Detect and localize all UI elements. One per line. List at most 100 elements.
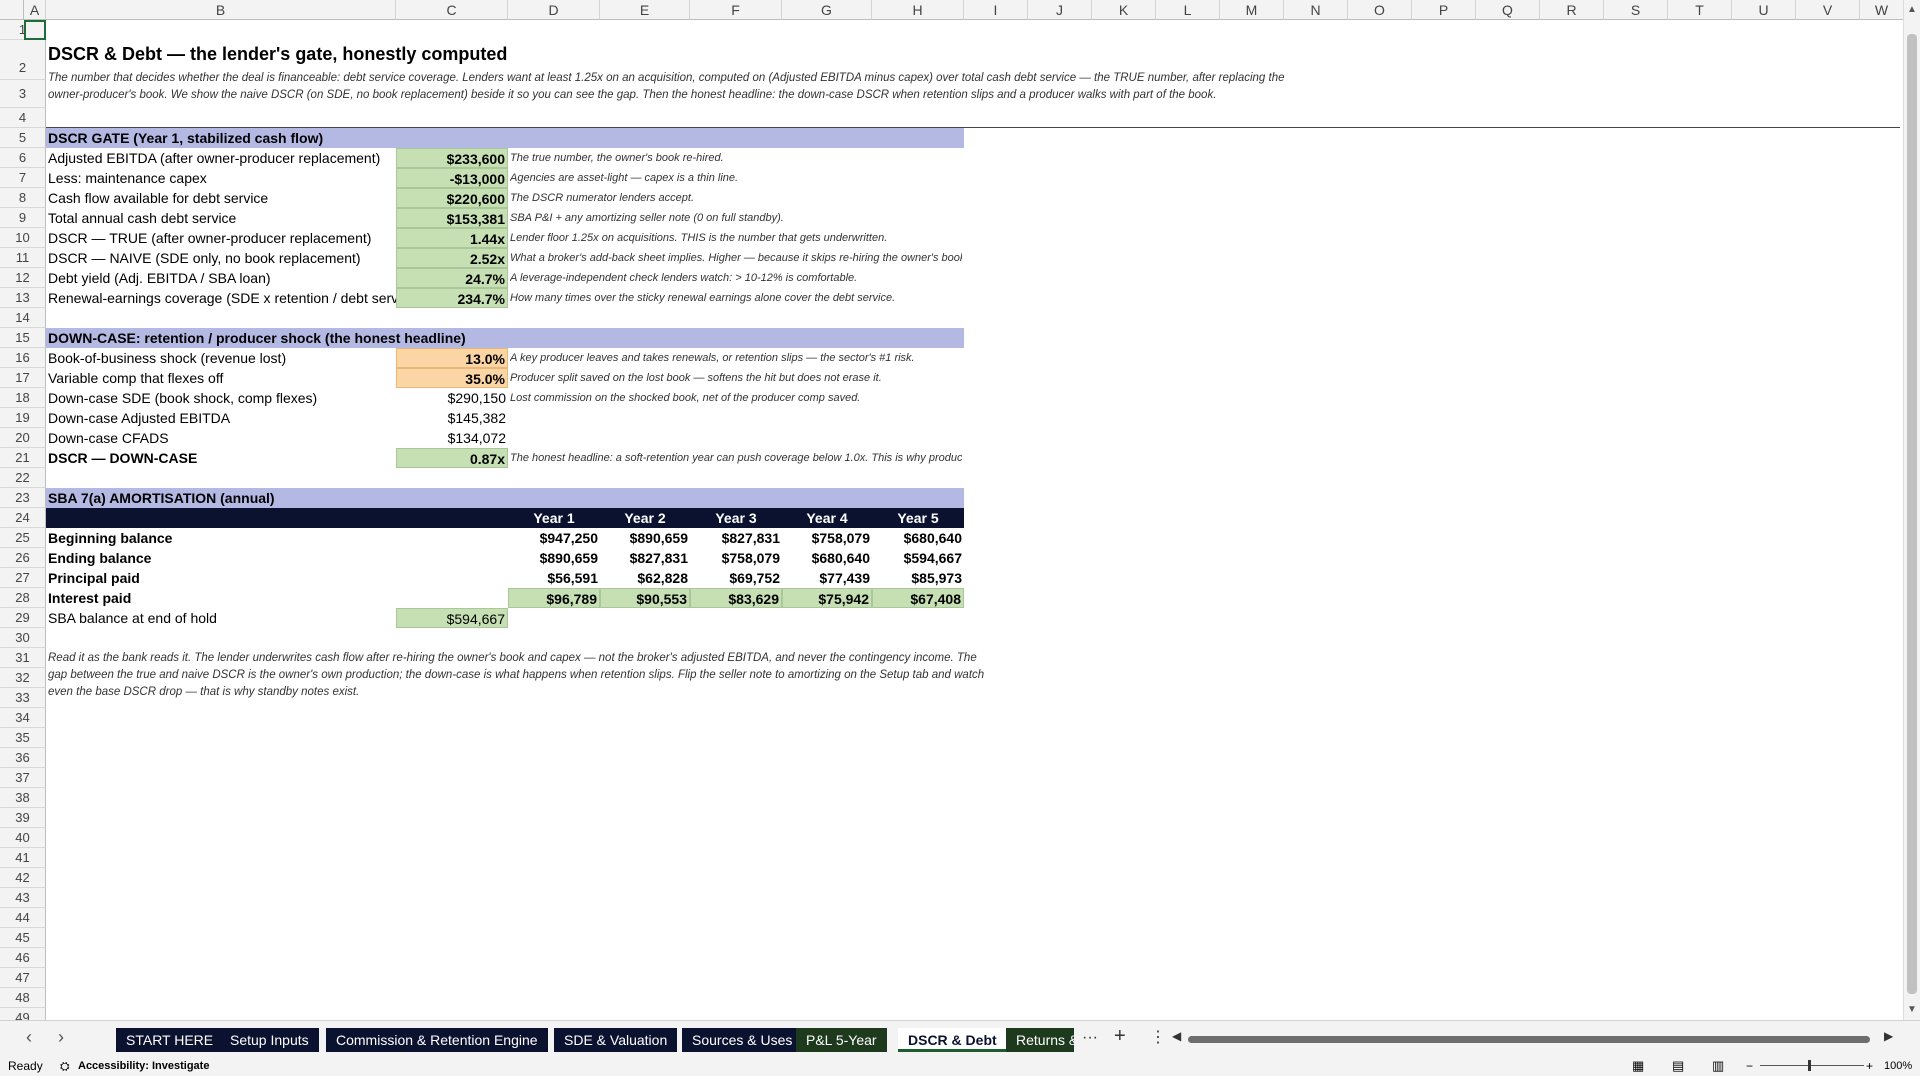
gate-value-3[interactable]: $153,381 bbox=[396, 208, 508, 228]
row-header-20[interactable]: 20 bbox=[0, 428, 46, 448]
amort-cell-3-4[interactable]: $67,408 bbox=[872, 588, 964, 608]
gate-value-4[interactable]: 1.44x bbox=[396, 228, 508, 248]
sheet-tab-7[interactable]: Returns & bbox=[1006, 1028, 1074, 1052]
column-header-m[interactable]: M bbox=[1220, 0, 1284, 20]
row-header-36[interactable]: 36 bbox=[0, 748, 46, 768]
row-header-16[interactable]: 16 bbox=[0, 348, 46, 368]
active-cell-a1[interactable] bbox=[24, 20, 46, 40]
column-header-h[interactable]: H bbox=[872, 0, 964, 20]
sheet-tab-5[interactable]: P&L 5-Year bbox=[796, 1028, 887, 1052]
row-header-3[interactable]: 3 bbox=[0, 80, 46, 108]
row-header-8[interactable]: 8 bbox=[0, 188, 46, 208]
gate-label-6[interactable]: Debt yield (Adj. EBITDA / SBA loan) bbox=[46, 268, 396, 288]
amort-cell-2-4[interactable]: $85,973 bbox=[872, 568, 964, 588]
downcase-label-1[interactable]: Variable comp that flexes off bbox=[46, 368, 396, 388]
row-header-42[interactable]: 42 bbox=[0, 868, 46, 888]
column-header-v[interactable]: V bbox=[1796, 0, 1860, 20]
row-header-23[interactable]: 23 bbox=[0, 488, 46, 508]
vertical-scroll-thumb[interactable] bbox=[1907, 34, 1917, 994]
amort-label-3[interactable]: Interest paid bbox=[46, 588, 396, 608]
row-header-19[interactable]: 19 bbox=[0, 408, 46, 428]
row-header-10[interactable]: 10 bbox=[0, 228, 46, 248]
row-header-25[interactable]: 25 bbox=[0, 528, 46, 548]
row-header-17[interactable]: 17 bbox=[0, 368, 46, 388]
column-header-f[interactable]: F bbox=[690, 0, 782, 20]
amort-cell-2-2[interactable]: $69,752 bbox=[690, 568, 782, 588]
gate-label-4[interactable]: DSCR — TRUE (after owner-producer replac… bbox=[46, 228, 396, 248]
column-header-r[interactable]: R bbox=[1540, 0, 1604, 20]
row-header-48[interactable]: 48 bbox=[0, 988, 46, 1008]
amort-cell-0-1[interactable]: $890,659 bbox=[600, 528, 690, 548]
downcase-label-0[interactable]: Book-of-business shock (revenue lost) bbox=[46, 348, 396, 368]
amort-cell-0-4[interactable]: $680,640 bbox=[872, 528, 964, 548]
amort-cell-2-3[interactable]: $77,439 bbox=[782, 568, 872, 588]
column-header-a[interactable]: A bbox=[24, 0, 46, 20]
column-header-l[interactable]: L bbox=[1156, 0, 1220, 20]
vertical-scrollbar[interactable]: ▲ ▼ bbox=[1903, 0, 1920, 1020]
row-header-35[interactable]: 35 bbox=[0, 728, 46, 748]
row-header-2[interactable]: 2 bbox=[0, 40, 46, 80]
row-header-31[interactable]: 31 bbox=[0, 648, 46, 668]
zoom-slider-thumb[interactable] bbox=[1808, 1060, 1811, 1071]
row-header-11[interactable]: 11 bbox=[0, 248, 46, 268]
column-header-e[interactable]: E bbox=[600, 0, 690, 20]
row-header-27[interactable]: 27 bbox=[0, 568, 46, 588]
gate-label-7[interactable]: Renewal-earnings coverage (SDE x retenti… bbox=[46, 288, 396, 308]
gate-value-5[interactable]: 2.52x bbox=[396, 248, 508, 268]
downcase-value-1[interactable]: 35.0% bbox=[396, 368, 508, 388]
accessibility-icon[interactable]: ⛭ bbox=[60, 1056, 70, 1076]
select-all-corner[interactable] bbox=[0, 0, 24, 20]
row-header-22[interactable]: 22 bbox=[0, 468, 46, 488]
gate-value-6[interactable]: 24.7% bbox=[396, 268, 508, 288]
row-header-26[interactable]: 26 bbox=[0, 548, 46, 568]
downcase-value-3[interactable]: $145,382 bbox=[396, 408, 508, 428]
row-header-40[interactable]: 40 bbox=[0, 828, 46, 848]
downcase-value-2[interactable]: $290,150 bbox=[396, 388, 508, 408]
normal-view-icon[interactable]: ▦ bbox=[1632, 1056, 1644, 1076]
row-header-6[interactable]: 6 bbox=[0, 148, 46, 168]
column-header-s[interactable]: S bbox=[1604, 0, 1668, 20]
row-header-38[interactable]: 38 bbox=[0, 788, 46, 808]
tab-prev-icon[interactable]: ‹ bbox=[26, 1027, 32, 1048]
row-header-13[interactable]: 13 bbox=[0, 288, 46, 308]
zoom-level[interactable]: 100% bbox=[1884, 1056, 1912, 1076]
horizontal-scroll-thumb[interactable] bbox=[1188, 1036, 1870, 1043]
gate-label-2[interactable]: Cash flow available for debt service bbox=[46, 188, 396, 208]
row-header-46[interactable]: 46 bbox=[0, 948, 46, 968]
end-balance-value[interactable]: $594,667 bbox=[396, 608, 508, 628]
amort-cell-3-3[interactable]: $75,942 bbox=[782, 588, 872, 608]
downcase-value-5[interactable]: 0.87x bbox=[396, 448, 508, 468]
column-header-i[interactable]: I bbox=[964, 0, 1028, 20]
sheet-tab-0[interactable]: START HERE bbox=[116, 1028, 224, 1052]
more-tabs-icon[interactable]: ··· bbox=[1082, 1029, 1098, 1047]
downcase-label-5[interactable]: DSCR — DOWN-CASE bbox=[46, 448, 396, 468]
row-header-21[interactable]: 21 bbox=[0, 448, 46, 468]
end-balance-label[interactable]: SBA balance at end of hold bbox=[46, 608, 396, 628]
amort-cell-3-2[interactable]: $83,629 bbox=[690, 588, 782, 608]
sheet-tab-1[interactable]: Setup Inputs bbox=[220, 1028, 319, 1052]
gate-label-1[interactable]: Less: maintenance capex bbox=[46, 168, 396, 188]
amort-cell-3-1[interactable]: $90,553 bbox=[600, 588, 690, 608]
column-header-k[interactable]: K bbox=[1092, 0, 1156, 20]
column-header-t[interactable]: T bbox=[1668, 0, 1732, 20]
zoom-in-icon[interactable]: + bbox=[1866, 1056, 1873, 1076]
downcase-value-4[interactable]: $134,072 bbox=[396, 428, 508, 448]
column-header-n[interactable]: N bbox=[1284, 0, 1348, 20]
column-header-w[interactable]: W bbox=[1860, 0, 1904, 20]
row-header-43[interactable]: 43 bbox=[0, 888, 46, 908]
sheet-tab-3[interactable]: SDE & Valuation bbox=[554, 1028, 678, 1052]
sheet-tab-4[interactable]: Sources & Uses bbox=[682, 1028, 803, 1052]
amort-label-0[interactable]: Beginning balance bbox=[46, 528, 396, 548]
row-header-33[interactable]: 33 bbox=[0, 688, 46, 708]
column-header-g[interactable]: G bbox=[782, 0, 872, 20]
row-header-15[interactable]: 15 bbox=[0, 328, 46, 348]
scroll-down-icon[interactable]: ▼ bbox=[1907, 1004, 1917, 1015]
hscroll-left-icon[interactable]: ◀ bbox=[1172, 1029, 1181, 1043]
gate-label-5[interactable]: DSCR — NAIVE (SDE only, no book replacem… bbox=[46, 248, 396, 268]
amort-cell-3-0[interactable]: $96,789 bbox=[508, 588, 600, 608]
row-header-37[interactable]: 37 bbox=[0, 768, 46, 788]
column-header-u[interactable]: U bbox=[1732, 0, 1796, 20]
gate-value-0[interactable]: $233,600 bbox=[396, 148, 508, 168]
gate-value-2[interactable]: $220,600 bbox=[396, 188, 508, 208]
row-header-47[interactable]: 47 bbox=[0, 968, 46, 988]
